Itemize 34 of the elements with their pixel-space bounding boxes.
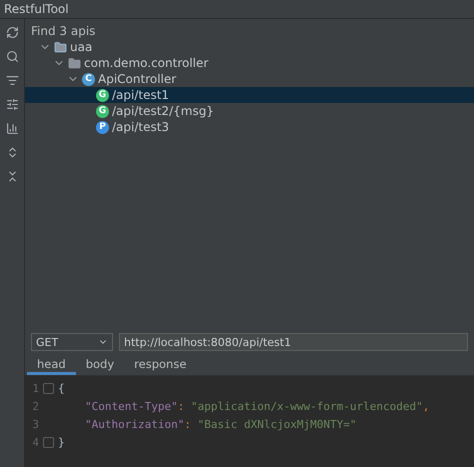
tree-row[interactable]: uaa bbox=[25, 39, 474, 55]
url-field[interactable]: http://localhost:8080/api/test1 bbox=[119, 333, 468, 351]
fold-marker[interactable] bbox=[43, 382, 54, 394]
tab[interactable]: body bbox=[76, 355, 124, 375]
tree-row[interactable]: G /api/test1 bbox=[25, 87, 474, 103]
badge-icon: C bbox=[82, 72, 95, 86]
line-number: 1 bbox=[31, 382, 39, 394]
code-editor[interactable]: 1 { 2 "Content-Type": "application/x-www-form-urlencoded", 3 "Authorization": "Basic dXNlcjoxMjM0NTY=" 4 } bbox=[25, 376, 474, 467]
tree-row[interactable]: com.demo.controller bbox=[25, 55, 474, 71]
fold-marker[interactable] bbox=[43, 436, 54, 448]
tree-row[interactable]: P /api/test3 bbox=[25, 119, 474, 135]
code-line: } bbox=[58, 436, 65, 448]
badge-icon: P bbox=[96, 120, 109, 134]
line-number: 4 bbox=[31, 436, 39, 448]
code-line: { bbox=[58, 382, 65, 394]
tab[interactable]: response bbox=[124, 355, 196, 375]
badge-icon: G bbox=[96, 104, 109, 118]
result-count: Find 3 apis bbox=[30, 23, 96, 39]
tree-label: ApiController bbox=[98, 72, 176, 86]
line-number: 2 bbox=[31, 400, 39, 412]
tree-label: /api/test1 bbox=[112, 88, 170, 102]
tree-label: /api/test2/{msg} bbox=[112, 104, 214, 118]
method-dropdown[interactable]: GET bbox=[31, 333, 113, 351]
code-line: "Authorization": "Basic dXNlcjoxMjM0NTY=" bbox=[85, 418, 357, 430]
line-number: 3 bbox=[31, 418, 39, 430]
tree-row[interactable]: C ApiController bbox=[25, 71, 474, 87]
tree-row[interactable]: G /api/test2/{msg} bbox=[25, 103, 474, 119]
folder-icon bbox=[68, 56, 81, 70]
tree-label: /api/test3 bbox=[112, 120, 170, 134]
module-folder-icon bbox=[54, 40, 67, 54]
tree-label: com.demo.controller bbox=[84, 56, 208, 70]
code-line: "Content-Type": "application/x-www-form-urlencoded", bbox=[85, 400, 430, 412]
badge-icon: G bbox=[96, 88, 109, 102]
tree-label: uaa bbox=[70, 40, 92, 54]
